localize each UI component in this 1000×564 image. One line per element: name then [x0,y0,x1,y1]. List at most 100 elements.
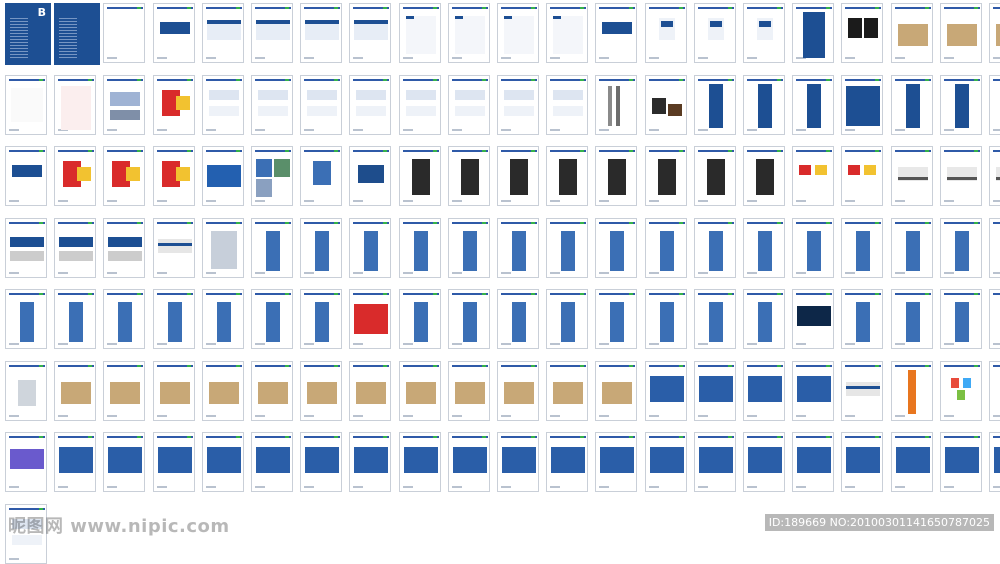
page-accent-mark [678,436,683,438]
page-footer-bar [107,57,118,59]
page-accent-mark [186,7,191,9]
page-header-bar [993,150,1000,152]
thumbnail-page [644,360,687,421]
thumbnail-page [201,432,244,492]
page-accent-mark [432,436,437,438]
thumbnail-artwork [846,85,881,126]
thumbnail-page [54,146,97,206]
thumbnail-artwork [954,230,969,271]
thumbnail-artwork [256,179,272,197]
page-footer-bar [599,128,610,131]
thumbnail-artwork [10,250,44,261]
thumbnail-artwork [649,447,684,473]
thumbnail-page [398,289,441,349]
thumbnail-artwork [758,302,772,342]
thumbnail-artwork [307,89,338,100]
thumbnail-artwork [962,377,971,388]
page-accent-mark [826,364,831,367]
page-accent-mark [826,221,831,224]
page-accent-mark [924,150,929,152]
page-footer-bar [599,200,610,202]
thumbnail-artwork [864,165,877,175]
thumbnail-artwork [649,375,684,402]
page-accent-mark [186,150,191,152]
thumbnail-page [743,74,785,135]
page-accent-mark [39,364,43,367]
thumbnail-artwork [307,105,338,116]
thumbnail-artwork [895,447,930,473]
thumbnail-artwork [413,230,428,271]
page-accent-mark [334,221,339,224]
page-accent-mark [235,150,240,152]
page-footer-bar [599,57,610,59]
thumbnail-page [546,3,589,63]
page-footer-bar [353,414,364,417]
page-footer-bar [796,200,807,202]
thumbnail-page [546,146,589,206]
thumbnail-artwork [512,302,526,342]
page-accent-mark [88,293,93,295]
page-footer-bar [107,128,118,131]
page-footer-bar [550,486,561,488]
thumbnail-page [792,217,835,278]
thumbnail-artwork [216,302,231,342]
page-accent-mark [481,150,486,152]
thumbnail-page [300,3,343,63]
thumbnail-page [989,217,1000,278]
thumbnail-artwork [996,24,1000,46]
page-accent-mark [285,7,289,9]
thumbnail-artwork [354,447,389,473]
page-footer-bar [550,414,561,417]
page-accent-mark [285,150,289,152]
thumbnail-page [201,289,244,349]
thumbnail-artwork [206,20,241,24]
page-accent-mark [727,221,732,224]
thumbnail-page [743,3,785,63]
page-footer-bar [304,57,315,59]
page-accent-mark [826,293,831,295]
page-footer-bar [599,486,610,488]
page-accent-mark [432,7,437,9]
thumbnail-artwork [108,236,143,247]
page-footer-bar [205,486,216,488]
thumbnail-artwork [602,381,633,404]
page-footer-bar [648,414,659,417]
thumbnail-artwork [454,16,463,19]
thumbnail-page [841,74,884,135]
thumbnail-artwork [126,167,141,181]
thumbnail-artwork [110,91,141,106]
page-accent-mark [186,293,191,295]
thumbnail-artwork [208,381,239,404]
thumbnail-page [54,74,97,135]
page-accent-mark [334,364,339,367]
thumbnail-artwork [10,236,44,247]
thumbnail-page [300,74,343,135]
thumbnail-artwork [954,302,969,342]
page-footer-bar [697,57,708,59]
site-watermark: 昵图网 www.nipic.com [8,516,230,537]
thumbnail-artwork [708,230,723,271]
thumbnail-artwork [258,105,288,116]
page-footer-bar [894,414,905,417]
thumbnail-artwork [748,375,782,402]
thumbnail-artwork [946,24,977,46]
thumbnail-page [546,217,589,278]
page-footer-bar [451,343,462,345]
thumbnail-page [251,74,293,135]
thumbnail-artwork [708,302,723,342]
thumbnail-artwork [698,375,733,402]
thumbnail-artwork [553,16,562,19]
thumbnail-artwork [797,447,832,473]
thumbnail-artwork [504,105,534,116]
page-footer-bar [9,557,19,560]
page-accent-mark [924,7,929,9]
page-footer-bar [747,200,757,202]
thumbnail-artwork [657,159,676,195]
thumbnail-artwork [758,83,772,128]
page-footer-bar [501,128,511,131]
page-footer-bar [993,414,1000,417]
thumbnail-page [644,289,687,349]
page-accent-mark [973,436,978,438]
page-footer-bar [9,128,19,131]
thumbnail-page [103,432,146,492]
